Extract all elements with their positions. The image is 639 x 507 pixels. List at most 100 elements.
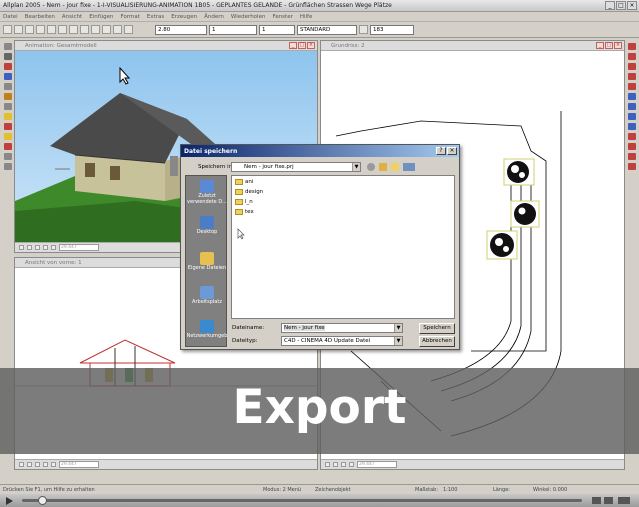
new-folder-icon[interactable] [391,163,399,171]
zoom-in-icon[interactable] [325,462,330,467]
menu-erzeugen[interactable]: Erzeugen [171,14,197,20]
filetype-select[interactable]: C4D - CINEMA 4D Update Datei ▼ [281,336,403,346]
layer-icon[interactable] [91,25,100,34]
help-icon[interactable] [124,25,133,34]
style-select[interactable]: STANDARD [297,24,357,35]
menu-bearbeiten[interactable]: Bearbeiten [25,14,55,20]
cut-icon[interactable] [36,25,45,34]
room-tool-icon[interactable] [4,133,12,140]
scale-tool-icon[interactable] [628,123,636,130]
menu-datei[interactable]: Datei [3,14,18,20]
help-icon[interactable]: ? [436,147,446,155]
stretch-tool-icon[interactable] [628,133,636,140]
seek-track[interactable] [22,499,582,502]
chevron-down-icon[interactable]: ▼ [394,337,402,345]
fit-icon[interactable] [43,245,48,250]
place-my-documents[interactable]: Eigene Dateien [186,252,228,272]
close-icon[interactable]: × [614,42,622,49]
paste-icon[interactable] [58,25,67,34]
new-icon[interactable] [3,25,12,34]
roof-tool-icon[interactable] [4,93,12,100]
text-tool-icon[interactable] [4,43,12,50]
maximize-icon[interactable]: □ [298,42,306,49]
pan-icon[interactable] [35,462,40,467]
join-tool-icon[interactable] [628,153,636,160]
surface-tool-icon[interactable] [4,143,12,150]
list-item[interactable]: design [235,189,263,195]
fast-forward-icon[interactable] [604,497,613,504]
menu-fenster[interactable]: Fenster [272,14,292,20]
zoom-field[interactable]: 29.447 [59,461,99,468]
menu-format[interactable]: Format [121,14,140,20]
menu-einfuegen[interactable]: Einfügen [89,14,113,20]
close-icon[interactable]: × [307,42,315,49]
chevron-down-icon[interactable]: ▼ [394,324,402,332]
undo-icon[interactable] [69,25,78,34]
place-network[interactable]: Netzwerkumgeb [186,320,228,340]
zoom-out-icon[interactable] [333,462,338,467]
color-select[interactable]: 1 [259,24,295,35]
menu-ansicht[interactable]: Ansicht [62,14,82,20]
zoom-in-icon[interactable] [19,462,24,467]
minimize-icon[interactable]: _ [596,42,604,49]
copy-icon[interactable] [47,25,56,34]
filename-field[interactable]: Nem - jour fixe ▼ [281,323,403,333]
delete-tool-icon[interactable] [628,163,636,170]
play-icon[interactable] [6,497,13,505]
back-icon[interactable] [367,163,375,171]
fit-icon[interactable] [349,462,354,467]
menu-extras[interactable]: Extras [147,14,164,20]
pattern-tool-icon[interactable] [628,63,636,70]
seek-handle[interactable] [38,496,47,505]
menu-aendern[interactable]: Ändern [204,14,224,20]
cancel-button[interactable]: Abbrechen [419,336,455,347]
list-item[interactable]: ani [235,179,253,185]
pan-icon[interactable] [341,462,346,467]
brush-tool-icon[interactable] [628,53,636,60]
minimize-button[interactable]: _ [605,1,615,10]
label-tool-icon[interactable] [4,153,12,160]
save-in-select[interactable]: Nem - jour fixe.prj ▼ [231,162,361,172]
close-button[interactable]: × [627,1,637,10]
close-icon[interactable]: × [447,147,457,155]
stair-tool-icon[interactable] [4,83,12,90]
list-item[interactable]: tex [235,209,254,215]
file-list[interactable]: ani design l_n tex [231,175,455,319]
menu-wiederholen[interactable]: Wiederholen [231,14,266,20]
pen-tool-icon[interactable] [628,43,636,50]
redo-icon[interactable] [80,25,89,34]
menu-hilfe[interactable]: Hilfe [300,14,313,20]
place-recent[interactable]: Zuletzt verwendete D... [186,180,228,205]
trim-tool-icon[interactable] [628,143,636,150]
modify-tool-icon[interactable] [628,73,636,80]
zoom-in-icon[interactable] [19,245,24,250]
chevron-down-icon[interactable]: ▼ [352,163,360,171]
up-folder-icon[interactable] [379,163,387,171]
measure-tool-icon[interactable] [4,163,12,170]
list-item[interactable]: l_n [235,199,253,205]
pointer-icon[interactable] [359,25,368,34]
wall-tool-icon[interactable] [4,63,12,70]
zoom-out-icon[interactable] [27,462,32,467]
move-tool-icon[interactable] [628,93,636,100]
rotate-tool-icon[interactable] [628,103,636,110]
fit-icon[interactable] [43,462,48,467]
line-select[interactable]: 1 [209,24,257,35]
render-icon[interactable] [113,25,122,34]
volume-icon[interactable] [618,497,630,504]
hatch-tool-icon[interactable] [4,103,12,110]
fill-tool-icon[interactable] [4,113,12,120]
layer-select[interactable]: 183 [370,24,414,35]
view-menu-icon[interactable] [403,163,415,171]
save-icon[interactable] [14,25,23,34]
copy-tool-icon[interactable] [628,83,636,90]
zoom-field[interactable]: 29.447 [59,244,99,251]
mirror-tool-icon[interactable] [628,113,636,120]
maximize-icon[interactable]: □ [605,42,613,49]
view-icon[interactable] [51,462,56,467]
pan-icon[interactable] [35,245,40,250]
print-icon[interactable] [25,25,34,34]
minimize-icon[interactable]: _ [289,42,297,49]
save-button[interactable]: Speichern [419,323,455,334]
place-my-computer[interactable]: Arbeitsplatz [186,286,228,306]
